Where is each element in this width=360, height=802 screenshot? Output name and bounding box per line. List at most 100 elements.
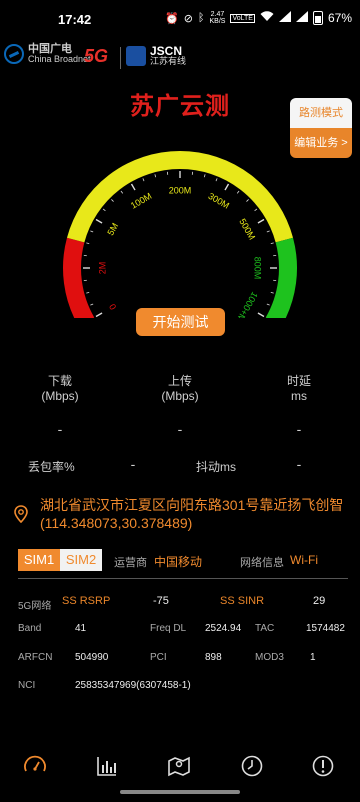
download-label: 下载 — [47, 374, 72, 388]
map-icon — [168, 756, 190, 777]
packet-loss-value: - — [130, 456, 136, 472]
mod3-value: 1 — [310, 652, 316, 663]
battery-icon — [312, 11, 323, 25]
upload-label: 上传 — [167, 374, 192, 388]
tac-label: TAC — [255, 623, 275, 634]
gauge-tick — [120, 190, 124, 194]
nav-statistics[interactable] — [89, 748, 125, 784]
jscn-logo: JSCN 江苏有线 — [126, 44, 187, 66]
gauge-label: 500M — [237, 217, 257, 241]
band-label: Band — [18, 623, 42, 634]
gauge-tick — [90, 230, 94, 233]
wifi-icon — [260, 11, 274, 25]
speed-gauge-icon — [24, 755, 46, 772]
location-info: 湖北省武汉市江夏区向阳东路301号靠近扬飞创智 (114.348073,30.3… — [40, 496, 350, 532]
gauge-label: 1000+M — [235, 290, 260, 318]
operator-label: 运营商 — [114, 557, 147, 569]
net-type-label: 5G网络 — [18, 601, 52, 612]
jitter-value: - — [296, 456, 302, 472]
arfcn-label: ARFCN — [18, 652, 53, 663]
status-bar: 17:42 ⏰ ⊘ ᛒ 2.47 KB/S VoLTE 67% — [0, 0, 360, 36]
signal-icon — [278, 11, 291, 25]
nav-history[interactable] — [234, 748, 270, 784]
mute-icon: ⊘ — [183, 12, 193, 25]
nci-value: 25835347969(6307458-1) — [75, 680, 191, 691]
freq-label: Freq DL — [150, 623, 187, 634]
gauge-tick — [86, 242, 90, 245]
gauge-arc-red — [63, 237, 95, 318]
logo-bar: 中国广电 China Broadnet 5G JSCN 江苏有线 — [0, 44, 360, 74]
arfcn-value: 504990 — [75, 652, 109, 663]
gauge-tick — [86, 291, 90, 294]
history-clock-icon — [241, 755, 263, 777]
gauge-tick — [270, 242, 274, 245]
gauge-tick — [215, 178, 218, 182]
latency-label: 时延 — [286, 374, 311, 388]
nav-about[interactable] — [305, 748, 341, 784]
jscn-mark-icon — [126, 46, 146, 66]
gauge-tick — [224, 183, 230, 191]
location-coords: (114.348073,30.378489) — [40, 515, 193, 531]
nci-label: NCI — [18, 680, 36, 691]
gauge-label: 200M — [169, 185, 192, 195]
gauge-tick — [203, 174, 206, 178]
tab-sim2[interactable]: SIM2 — [60, 549, 102, 571]
packet-loss-label: 丢包率% — [28, 460, 75, 474]
gauge-label: 2M — [97, 262, 107, 275]
sinr-value: 29 — [313, 595, 326, 607]
network-info-value: Wi-Fi — [290, 553, 318, 567]
gauge-tick — [266, 230, 270, 233]
sim-divider — [18, 578, 348, 579]
gauge-tick — [254, 208, 258, 212]
gauge-label: 800M — [253, 257, 263, 280]
nav-map[interactable] — [161, 748, 197, 784]
gauge-label: 0 — [107, 302, 118, 311]
band-value: 41 — [75, 623, 87, 634]
gauge-tick — [130, 183, 136, 191]
gauge-tick — [154, 174, 157, 178]
5g-logo: 5G — [84, 46, 109, 66]
download-value: - — [57, 421, 63, 437]
tab-sim1[interactable]: SIM1 — [18, 549, 60, 571]
china-broadnet-logo: 中国广电 China Broadnet — [4, 44, 91, 64]
drive-test-mode-button[interactable]: 路测模式 — [290, 98, 352, 128]
start-test-button[interactable]: 开始测试 — [136, 308, 225, 336]
rsrp-value: -75 — [153, 595, 169, 607]
home-indicator — [120, 790, 240, 794]
gauge-tick — [95, 218, 103, 224]
download-label-block: 下载 (Mbps) — [10, 374, 110, 404]
gauge-tick — [142, 178, 145, 182]
gauge-tick — [102, 208, 106, 212]
info-icon — [312, 755, 334, 777]
freq-value: 2524.94 — [205, 623, 242, 634]
gauge-tick — [246, 199, 249, 202]
alarm-icon: ⏰ — [164, 12, 179, 25]
status-icons: ⏰ ⊘ ᛒ 2.47 KB/S VoLTE 67% — [165, 11, 352, 25]
latency-label-block: 时延 ms — [249, 374, 349, 404]
pci-value: 898 — [205, 652, 222, 663]
bottom-nav — [0, 748, 360, 788]
jscn-en: JSCN — [150, 44, 183, 58]
gauge-tick — [257, 218, 265, 224]
signal-icon-2 — [295, 11, 308, 25]
location-pin-icon — [14, 505, 28, 523]
net-speed-unit: KB/S — [209, 18, 226, 25]
jscn-cn: 江苏有线 — [150, 56, 187, 66]
gauge-tick — [257, 312, 265, 318]
gauge-label: 5M — [105, 221, 120, 237]
download-unit: (Mbps) — [41, 389, 79, 403]
sinr-label: SS SINR — [220, 595, 265, 607]
gauge-tick — [270, 291, 274, 294]
broadnet-cn: 中国广电 — [28, 43, 72, 55]
tac-value: 1574482 — [306, 623, 345, 634]
gauge-tick — [95, 312, 103, 318]
mod3-label: MOD3 — [255, 652, 284, 663]
battery-percent: 67% — [327, 11, 352, 25]
speed-gauge: 0 2M 5M 100M 200M 300M 500M 800M 1000+M — [63, 151, 297, 318]
pci-label: PCI — [150, 652, 167, 663]
bar-chart-icon — [97, 757, 116, 776]
rsrp-label: SS RSRP — [62, 595, 111, 607]
nav-speed-test[interactable] — [17, 748, 53, 784]
broadnet-en: China Broadnet — [28, 54, 91, 64]
status-time: 17:42 — [58, 12, 92, 27]
